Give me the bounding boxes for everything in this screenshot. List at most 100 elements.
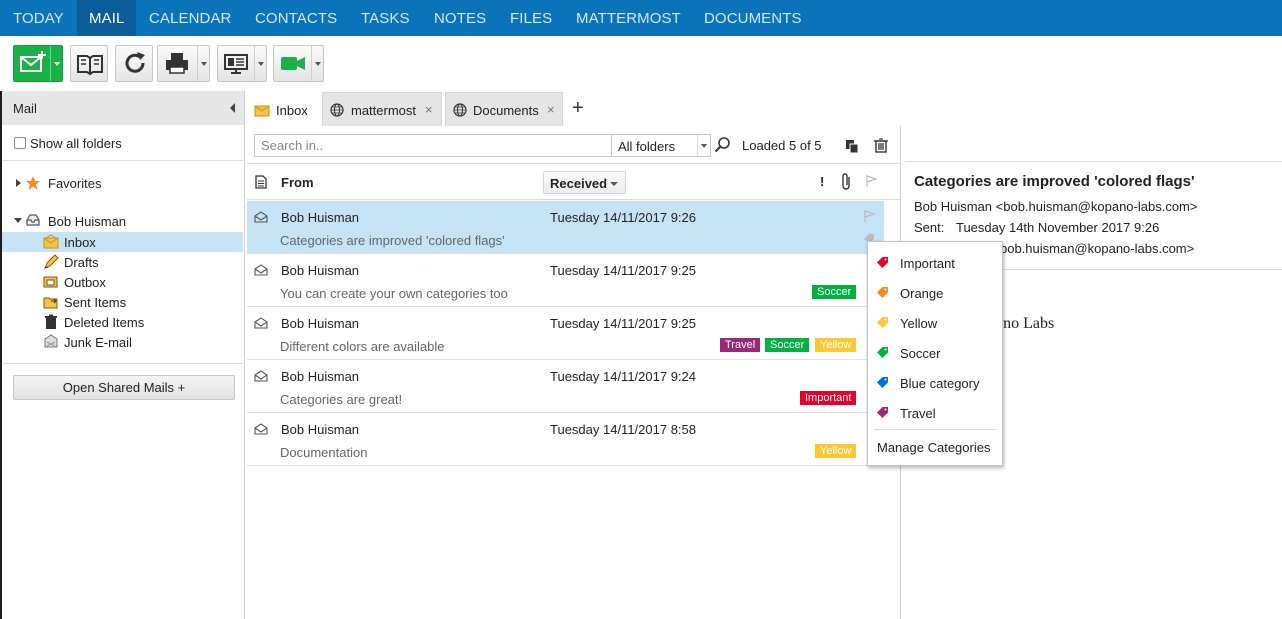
chevron-down-icon [697,135,710,156]
message-subject: Categories are improved 'colored flags' [914,173,1195,190]
mail-date: Tuesday 14/11/2017 9:26 [550,210,697,225]
tab-documents[interactable]: Documents × [445,92,563,126]
folder-scope-select[interactable]: All folders [611,134,711,157]
account-name[interactable]: Bob Huisman [48,214,126,229]
folder-item-junk-email[interactable]: Junk E-mail [0,332,243,352]
collapse-panel-icon[interactable] [230,103,235,113]
globe-icon [330,103,344,117]
presentation-dropdown[interactable] [254,46,266,81]
folder-label: Deleted Items [64,315,145,330]
close-icon[interactable]: × [425,102,433,117]
from-column[interactable]: From [281,175,314,190]
folder-label: Junk E-mail [64,335,132,350]
folder-label: Drafts [64,255,99,270]
menu-item-orange[interactable]: Orange [868,275,1002,305]
show-all-folders-checkbox[interactable] [14,137,26,149]
nav-tab-tasks[interactable]: TASKS [361,0,410,36]
message-sent: Sent: Tuesday 14th November 2017 9:26 [914,220,1159,235]
search-icon[interactable] [714,136,732,154]
tab-inbox[interactable]: Inbox [247,92,320,126]
presentation-button[interactable] [217,45,267,82]
expand-favorites-icon[interactable] [16,179,21,187]
show-all-folders-label: Show all folders [30,136,122,151]
received-sort-button[interactable]: Received [543,171,626,194]
nav-tab-notes[interactable]: NOTES [434,0,486,36]
close-icon[interactable]: × [547,102,555,117]
search-input[interactable] [254,134,611,157]
mail-sender: Bob Huisman [281,263,360,278]
folder-panel: Mail Show all folders Favorites Bob Huis… [0,91,245,619]
folder-item-outbox[interactable]: Outbox [0,272,243,292]
new-mail-button[interactable] [13,45,63,82]
attachment-icon[interactable] [841,173,853,191]
nav-tab-mattermost[interactable]: MATTERMOST [576,0,681,36]
reading-toolbar [905,126,1282,162]
menu-item-important[interactable]: Important [868,245,1002,275]
refresh-button[interactable] [115,45,153,82]
mail-date: Tuesday 14/11/2017 8:58 [550,422,697,437]
message-from[interactable]: Bob Huisman <bob.huisman@kopano-labs.com… [914,199,1197,214]
content-tabs: Inbox mattermost × Documents × + [245,91,1282,126]
mail-row[interactable]: Bob Huisman Tuesday 14/11/2017 8:58 Docu… [247,413,884,466]
manage-categories-item[interactable]: Manage Categories [877,440,990,455]
video-call-dropdown[interactable] [311,46,323,81]
new-mail-dropdown[interactable] [50,46,62,81]
folder-label: Sent Items [64,295,127,310]
menu-item-yellow[interactable]: Yellow [868,305,1002,335]
new-mail-icon [20,51,46,72]
folder-item-drafts[interactable]: Drafts [0,252,243,272]
mail-subject: You can create your own categories too [280,286,508,301]
nav-tab-files[interactable]: FILES [510,0,552,36]
flag-icon[interactable] [863,209,877,223]
print-dropdown[interactable] [197,46,209,81]
category-badge-soccer: Soccer [812,285,857,299]
importance-column[interactable]: ! [820,174,824,189]
orange-tag-icon [877,287,888,298]
flag-column-icon[interactable] [865,174,879,188]
mail-sender: Bob Huisman [281,369,360,384]
add-tab-icon[interactable]: + [572,97,584,120]
video-call-button[interactable] [273,45,324,82]
purple-tag-icon [877,407,888,418]
folder-item-sent-items[interactable]: Sent Items [0,292,243,312]
favorites-label[interactable]: Favorites [48,176,101,191]
folder-scope-value: All folders [618,139,676,154]
mail-sender: Bob Huisman [281,316,360,331]
menu-item-travel[interactable]: Travel [868,395,1002,425]
sent-items-icon [43,297,58,309]
folder-item-inbox[interactable]: Inbox [0,232,243,252]
open-shared-mails-button[interactable]: Open Shared Mails + [13,375,235,400]
nav-tab-calendar[interactable]: CALENDAR [149,0,232,36]
delete-icon[interactable] [873,137,889,153]
mailbox-icon [26,214,40,226]
mail-subject: Documentation [280,445,368,460]
mail-row[interactable]: Bob Huisman Tuesday 14/11/2017 9:26 Cate… [247,201,884,254]
category-badge-yellow: Yellow [815,444,857,458]
folder-item-deleted-items[interactable]: Deleted Items [0,312,243,332]
mail-row[interactable]: Bob Huisman Tuesday 14/11/2017 9:24 Cate… [247,360,884,413]
mail-sender: Bob Huisman [281,210,360,225]
print-button[interactable] [157,45,210,82]
copy-icon[interactable] [844,138,860,154]
menu-item-blue-category[interactable]: Blue category [868,365,1002,395]
nav-tab-contacts[interactable]: CONTACTS [255,0,337,36]
envelope-icon [254,370,268,382]
address-book-icon [77,55,103,76]
category-badge-yellow: Yellow [815,338,857,352]
mail-list-panel: All folders Loaded 5 of 5 From Received … [247,126,901,619]
address-book-button[interactable] [70,45,108,82]
category-badge-soccer: Soccer [765,338,810,352]
menu-item-soccer[interactable]: Soccer [868,335,1002,365]
collapse-account-icon[interactable] [14,218,22,223]
nav-tab-today[interactable]: TODAY [0,0,77,36]
mail-date: Tuesday 14/11/2017 9:24 [550,369,697,384]
chevron-down-icon [610,182,618,186]
search-bar: All folders Loaded 5 of 5 [247,126,901,163]
mail-row[interactable]: Bob Huisman Tuesday 14/11/2017 9:25 You … [247,254,884,307]
mail-row[interactable]: Bob Huisman Tuesday 14/11/2017 9:25 Diff… [247,307,884,360]
document-icon[interactable] [255,175,267,189]
nav-tab-documents[interactable]: DOCUMENTS [704,0,802,36]
nav-tab-mail[interactable]: MAIL [77,0,136,36]
tab-mattermost[interactable]: mattermost × [322,92,442,126]
junk-mail-icon [44,334,58,348]
